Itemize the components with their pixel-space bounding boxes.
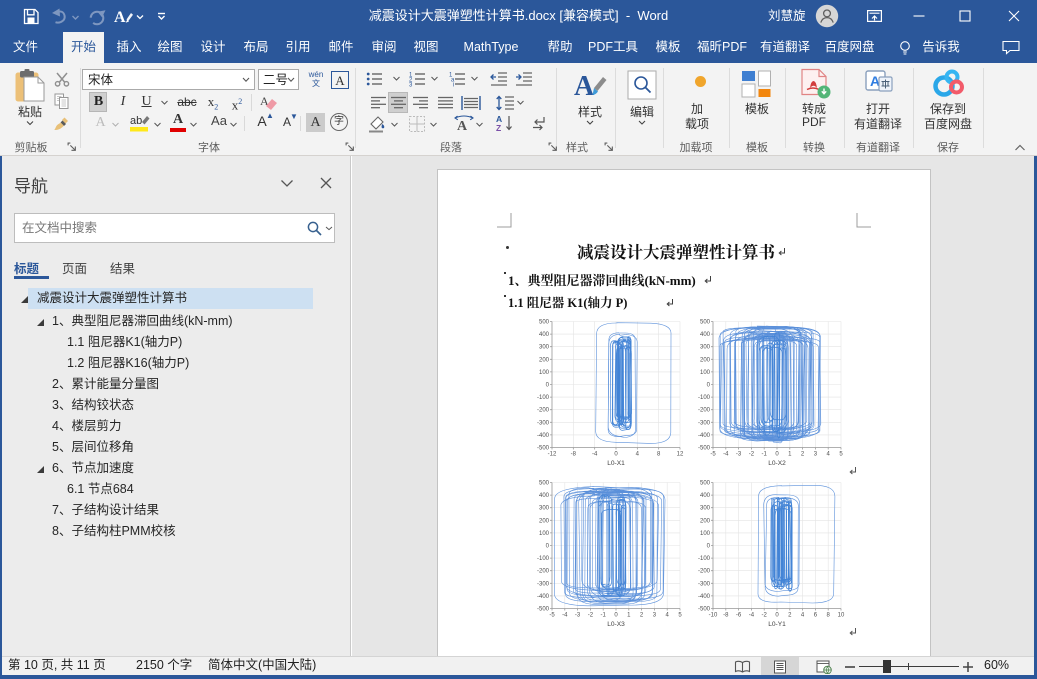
svg-text:-2: -2: [588, 613, 594, 619]
svg-text:5: 5: [678, 613, 682, 619]
svg-text:-2: -2: [749, 452, 755, 458]
svg-text:L0-X1: L0-X1: [607, 460, 625, 467]
svg-text:-6: -6: [736, 613, 742, 619]
svg-text:100: 100: [539, 531, 550, 537]
svg-text:2: 2: [801, 452, 805, 458]
svg-text:-200: -200: [698, 569, 711, 575]
svg-text:Z: Z: [496, 123, 501, 133]
svg-text:0: 0: [614, 452, 618, 458]
svg-text:400: 400: [539, 493, 550, 499]
svg-text:200: 200: [700, 357, 711, 363]
svg-text:100: 100: [700, 370, 711, 376]
svg-text:300: 300: [700, 506, 711, 512]
svg-text:-300: -300: [537, 420, 550, 426]
svg-text:2: 2: [788, 613, 792, 619]
svg-text:8: 8: [657, 452, 661, 458]
svg-text:-1: -1: [601, 613, 607, 619]
svg-text:-300: -300: [698, 581, 711, 587]
svg-text:-300: -300: [537, 581, 550, 587]
svg-text:-4: -4: [592, 452, 598, 458]
svg-text:0: 0: [775, 613, 779, 619]
svg-text:-400: -400: [698, 433, 711, 439]
svg-text:A: A: [574, 71, 595, 102]
svg-text:400: 400: [539, 332, 550, 338]
svg-text:-100: -100: [698, 556, 711, 562]
svg-text:8: 8: [827, 613, 831, 619]
svg-text:0: 0: [775, 452, 779, 458]
svg-text:L0-Y1: L0-Y1: [768, 621, 786, 628]
svg-text:500: 500: [539, 320, 550, 326]
svg-text:-1: -1: [762, 452, 768, 458]
svg-text:-10: -10: [709, 613, 718, 619]
svg-text:0: 0: [707, 383, 711, 389]
svg-text:L0-X3: L0-X3: [607, 621, 625, 628]
svg-text:4: 4: [801, 613, 805, 619]
svg-text:1: 1: [788, 452, 792, 458]
svg-text:500: 500: [539, 481, 550, 487]
svg-text:-100: -100: [537, 395, 550, 401]
svg-text:-8: -8: [723, 613, 729, 619]
svg-text:-300: -300: [698, 420, 711, 426]
svg-text:12: 12: [677, 452, 684, 458]
svg-text:200: 200: [539, 357, 550, 363]
svg-text:-4: -4: [723, 452, 729, 458]
svg-text:-500: -500: [537, 607, 550, 613]
svg-text:L0-X2: L0-X2: [768, 460, 786, 467]
svg-text:4: 4: [666, 613, 670, 619]
svg-text:A: A: [457, 119, 468, 133]
svg-text:-8: -8: [571, 452, 577, 458]
svg-text:-200: -200: [537, 569, 550, 575]
svg-text:0: 0: [707, 544, 711, 550]
svg-text:-5: -5: [549, 613, 555, 619]
svg-text:-500: -500: [698, 446, 711, 452]
svg-text:300: 300: [539, 345, 550, 351]
svg-text:300: 300: [539, 506, 550, 512]
svg-text:-3: -3: [736, 452, 742, 458]
svg-text:ab: ab: [130, 115, 142, 127]
svg-text:-400: -400: [537, 594, 550, 600]
svg-text:100: 100: [700, 531, 711, 537]
svg-text:3: 3: [409, 83, 413, 88]
svg-text:100: 100: [539, 370, 550, 376]
svg-text:200: 200: [700, 518, 711, 524]
svg-text:0: 0: [546, 383, 550, 389]
svg-text:400: 400: [700, 493, 711, 499]
svg-text:-2: -2: [762, 613, 768, 619]
svg-text:2: 2: [640, 613, 644, 619]
svg-text:4: 4: [636, 452, 640, 458]
svg-text:200: 200: [539, 518, 550, 524]
svg-text:10: 10: [838, 613, 845, 619]
svg-text:-200: -200: [698, 408, 711, 414]
svg-text:300: 300: [700, 345, 711, 351]
svg-text:-200: -200: [537, 408, 550, 414]
svg-text:3: 3: [814, 452, 818, 458]
svg-text:500: 500: [700, 481, 711, 487]
svg-text:4: 4: [827, 452, 831, 458]
svg-text:1: 1: [627, 613, 631, 619]
svg-text:i: i: [453, 83, 454, 88]
svg-text:-400: -400: [537, 433, 550, 439]
svg-text:400: 400: [700, 332, 711, 338]
svg-text:-100: -100: [537, 556, 550, 562]
svg-text:-3: -3: [575, 613, 581, 619]
svg-text:-400: -400: [698, 594, 711, 600]
svg-text:3: 3: [653, 613, 657, 619]
svg-text:-12: -12: [548, 452, 557, 458]
svg-text:-5: -5: [710, 452, 716, 458]
svg-text:500: 500: [700, 320, 711, 326]
svg-text:-4: -4: [562, 613, 568, 619]
svg-text:-4: -4: [749, 613, 755, 619]
svg-text:0: 0: [614, 613, 618, 619]
svg-text:6: 6: [814, 613, 818, 619]
svg-text:0: 0: [546, 544, 550, 550]
svg-text:-100: -100: [698, 395, 711, 401]
svg-text:5: 5: [839, 452, 843, 458]
